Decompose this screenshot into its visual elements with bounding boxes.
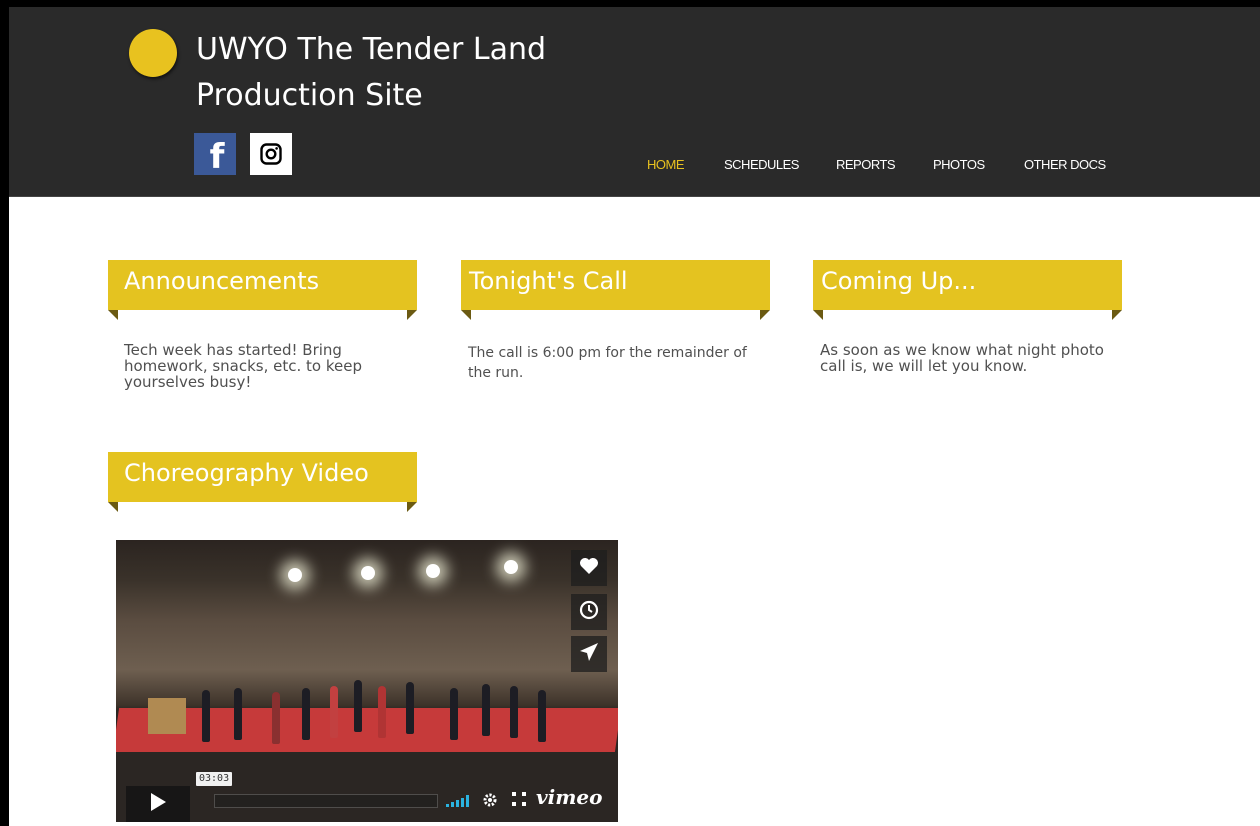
tonights-call-banner: Tonight's Call: [461, 260, 770, 320]
banner-fold-left: [813, 310, 823, 320]
nav-schedules[interactable]: SCHEDULES: [724, 157, 799, 172]
stage-light: [361, 566, 375, 580]
stage-light: [504, 560, 518, 574]
choreography-video-player[interactable]: 03:03 vimeo: [116, 540, 618, 822]
site-header: UWYO The Tender Land Production Site f H…: [9, 7, 1260, 197]
banner-fold-right: [407, 502, 417, 512]
instagram-link[interactable]: [250, 133, 292, 175]
volume-icon[interactable]: [446, 794, 470, 812]
dancer-figure: [378, 686, 386, 738]
dancer-figure: [330, 686, 338, 738]
tonights-call-heading: Tonight's Call: [469, 267, 628, 295]
banner-fold-right: [760, 310, 770, 320]
stage-light: [288, 568, 302, 582]
window-frame-top: [0, 0, 1260, 7]
banner-fold-left: [108, 502, 118, 512]
choreography-banner: Choreography Video: [108, 452, 417, 512]
banner-fold-left: [461, 310, 471, 320]
coming-up-banner: Coming Up...: [813, 260, 1122, 320]
heart-icon: [579, 557, 599, 580]
fullscreen-icon[interactable]: [512, 792, 526, 811]
instagram-icon: [259, 142, 283, 166]
window-frame-left: [0, 0, 9, 826]
dancer-figure: [272, 692, 280, 744]
like-button[interactable]: [571, 550, 607, 586]
settings-icon[interactable]: [482, 792, 498, 813]
site-logo[interactable]: [129, 29, 177, 77]
facebook-icon: f: [209, 137, 225, 177]
dancer-figure: [450, 688, 458, 740]
dancer-figure: [406, 682, 414, 734]
video-controls: 03:03 vimeo: [116, 772, 618, 822]
dancer-figure: [202, 690, 210, 742]
coming-up-heading: Coming Up...: [821, 267, 977, 295]
announcements-banner: Announcements: [108, 260, 417, 320]
progress-bar[interactable]: [214, 794, 438, 808]
play-icon: [149, 792, 167, 817]
dancer-figure: [302, 688, 310, 740]
tonights-call-body: The call is 6:00 pm for the remainder of…: [468, 345, 747, 381]
site-title[interactable]: UWYO The Tender Land Production Site: [196, 27, 616, 119]
facebook-link[interactable]: f: [194, 133, 236, 177]
banner-fold-right: [1112, 310, 1122, 320]
play-button[interactable]: [126, 786, 190, 822]
stage-light: [426, 564, 440, 578]
announcements-heading: Announcements: [124, 267, 320, 295]
nav-photos[interactable]: PHOTOS: [933, 157, 985, 172]
dancer-figure: [538, 690, 546, 742]
announcements-body: Tech week has started! Bring homework, s…: [124, 341, 363, 391]
vimeo-logo[interactable]: vimeo: [536, 786, 602, 808]
piano: [148, 698, 186, 734]
banner-fold-right: [407, 310, 417, 320]
paper-plane-icon: [579, 642, 599, 667]
nav-reports[interactable]: REPORTS: [836, 157, 896, 172]
clock-icon: [579, 600, 599, 625]
nav-home[interactable]: HOME: [647, 157, 685, 172]
dancer-figure: [482, 684, 490, 736]
coming-up-body: As soon as we know what night photo call…: [820, 341, 1104, 375]
share-button[interactable]: [571, 636, 607, 672]
dancer-figure: [510, 686, 518, 738]
nav-other-docs[interactable]: OTHER DOCS: [1024, 157, 1106, 172]
dancer-figure: [234, 688, 242, 740]
watch-later-button[interactable]: [571, 594, 607, 630]
choreography-heading: Choreography Video: [124, 459, 369, 487]
video-duration: 03:03: [196, 772, 233, 786]
dancer-figure: [354, 680, 362, 732]
banner-fold-left: [108, 310, 118, 320]
